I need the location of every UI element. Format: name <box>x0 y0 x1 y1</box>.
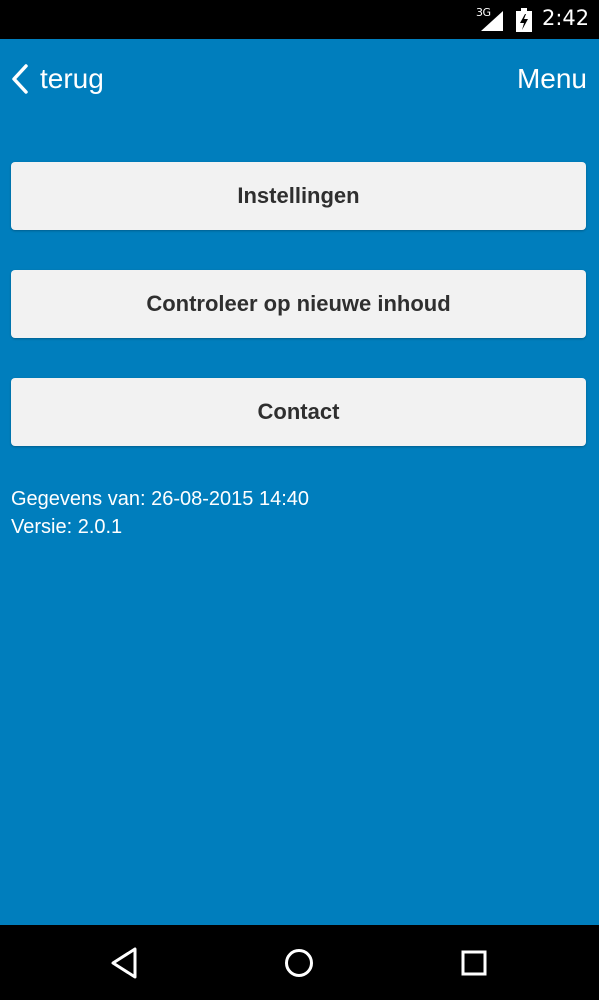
signal-icon <box>481 11 503 31</box>
app-info: Gegevens van: 26-08-2015 14:40 Versie: 2… <box>11 485 309 541</box>
contact-button[interactable]: Contact <box>11 378 586 446</box>
menu-button[interactable]: Menu <box>517 59 587 99</box>
data-date-text: Gegevens van: 26-08-2015 14:40 <box>11 488 309 510</box>
clock: 2:42 <box>542 6 590 30</box>
status-bar: 3G 2:42 <box>0 0 599 39</box>
check-new-content-button[interactable]: Controleer op nieuwe inhoud <box>11 270 586 338</box>
battery-icon <box>516 8 532 32</box>
version-text: Versie: 2.0.1 <box>11 516 123 538</box>
back-label: terug <box>40 63 104 94</box>
chevron-left-icon <box>12 64 28 94</box>
navigation-bar <box>0 925 599 1000</box>
recents-square-icon[interactable] <box>454 943 494 983</box>
back-button[interactable]: terug <box>10 59 104 99</box>
back-triangle-icon[interactable] <box>104 943 144 983</box>
app-screen: terug Menu Instellingen Controleer op ni… <box>0 39 599 925</box>
home-circle-icon[interactable] <box>279 943 319 983</box>
settings-button[interactable]: Instellingen <box>11 162 586 230</box>
